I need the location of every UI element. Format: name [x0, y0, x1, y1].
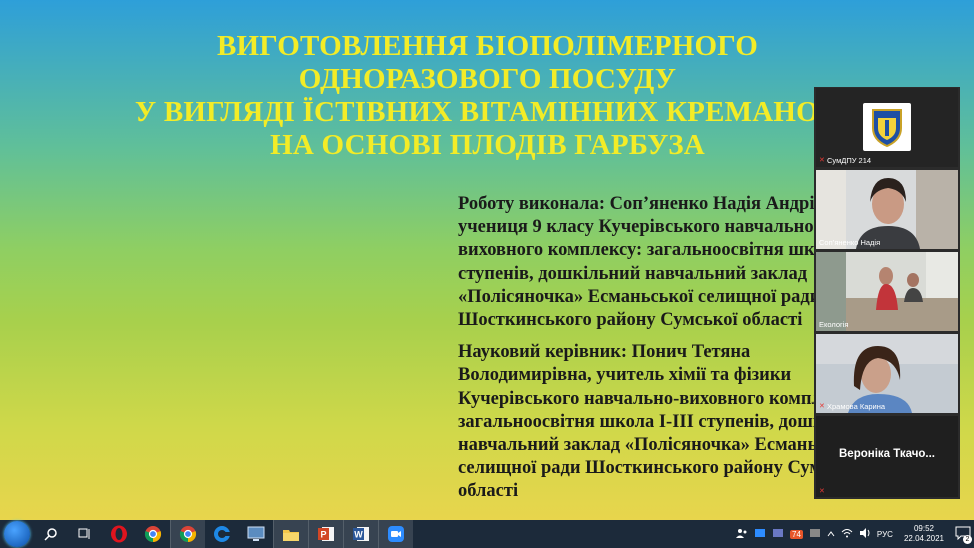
notifications-icon[interactable]: 2 [955, 526, 972, 544]
opera-icon[interactable] [102, 520, 136, 548]
participant-name: ✕ Храмова Карина [819, 402, 886, 411]
powerpoint-icon[interactable]: P [308, 520, 343, 548]
language-indicator[interactable]: РУС [877, 530, 893, 539]
title-line: У ВИГЛЯДІ ЇСТІВНИХ ВІТАМІННИХ КРЕМАНОК [134, 96, 841, 128]
system-tray: 74 РУС 09:52 22.04.2021 2 [733, 520, 974, 548]
notification-count: 2 [963, 535, 972, 544]
show-hidden-icons[interactable] [827, 530, 835, 539]
participant-name: Екологія [819, 320, 849, 329]
clock-time: 09:52 [913, 524, 934, 533]
tray-app-icon[interactable] [772, 528, 784, 540]
browser-icon[interactable] [205, 520, 239, 548]
wifi-icon[interactable] [841, 528, 853, 540]
participant-tile[interactable]: ✕ Храмова Карина [816, 334, 958, 413]
clock[interactable]: 09:52 22.04.2021 [904, 524, 944, 544]
participant-tile[interactable]: Соп’яненко Надія [816, 170, 958, 249]
mic-muted-icon: ✕ [819, 488, 825, 495]
participant-tile[interactable]: Вероніка Ткачо... ✕ [816, 416, 958, 497]
tray-app-icon[interactable] [754, 528, 766, 540]
participant-tile[interactable]: ✕ СумДПУ 214 [816, 88, 958, 167]
participant-name: ✕ СумДПУ 214 [819, 156, 872, 165]
tray-app-icon[interactable] [809, 528, 821, 540]
svg-text:W: W [354, 530, 363, 540]
tray-badge[interactable]: 74 [790, 529, 803, 539]
participant-tile[interactable]: Екологія [816, 252, 958, 331]
chrome-icon[interactable] [136, 520, 170, 548]
task-view-icon[interactable] [68, 520, 102, 548]
explorer-icon[interactable] [273, 520, 308, 548]
mic-muted-icon: ✕ [819, 403, 825, 410]
university-logo [863, 103, 911, 151]
chrome-icon[interactable] [170, 520, 205, 548]
start-button[interactable] [0, 520, 34, 548]
word-icon[interactable]: W [343, 520, 378, 548]
search-icon[interactable] [34, 520, 68, 548]
screen-icon[interactable] [239, 520, 273, 548]
participant-name: Соп’яненко Надія [819, 238, 881, 247]
title-line: ВИГОТОВЛЕННЯ БІОПОЛІМЕРНОГО [216, 30, 758, 62]
title-line: НА ОСНОВІ ПЛОДІВ ГАРБУЗА [270, 129, 705, 161]
participant-name: Вероніка Ткачо... [839, 448, 935, 460]
mic-muted-icon: ✕ [819, 157, 825, 164]
participant-status: ✕ [819, 488, 825, 495]
svg-text:P: P [320, 530, 326, 540]
title-line: ОДНОРАЗОВОГО ПОСУДУ [298, 63, 677, 95]
volume-icon[interactable] [859, 528, 871, 540]
clock-date: 22.04.2021 [903, 534, 944, 543]
zoom-icon[interactable] [378, 520, 413, 548]
people-icon[interactable] [736, 527, 748, 541]
windows-logo-icon [4, 521, 30, 547]
slide-title: ВИГОТОВЛЕННЯ БІОПОЛІМЕРНОГО ОДНОРАЗОВОГО… [60, 30, 915, 162]
